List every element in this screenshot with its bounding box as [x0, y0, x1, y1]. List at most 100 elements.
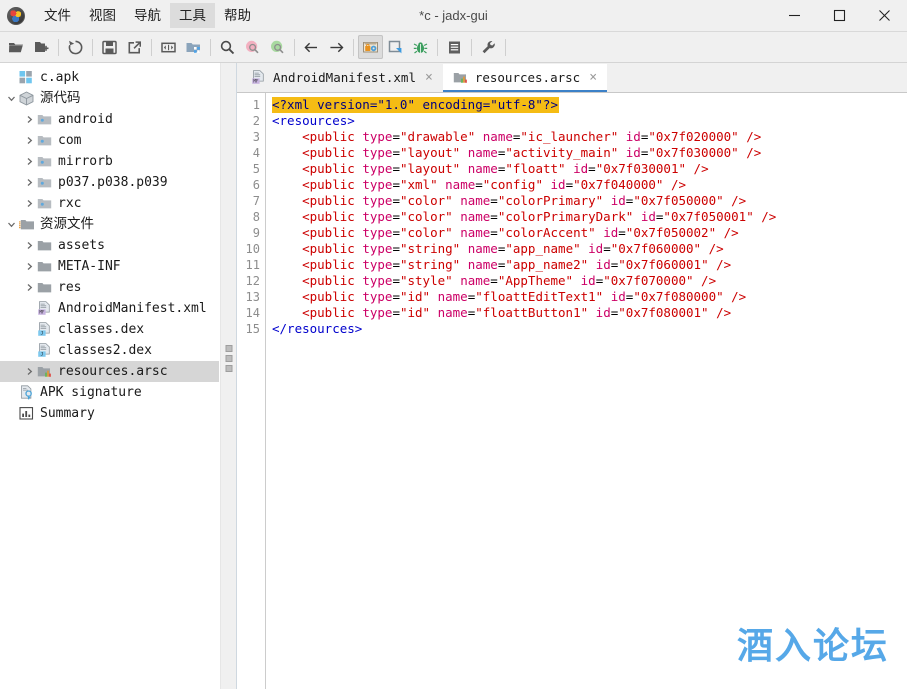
tree-node-label: android: [58, 109, 113, 130]
editor-pane: MFAndroidManifest.xml×resources.arsc× 12…: [237, 63, 907, 689]
svg-text:J: J: [41, 331, 44, 337]
tree-node-summary[interactable]: Summary: [0, 403, 219, 424]
close-button[interactable]: [862, 0, 907, 31]
tree-node-res[interactable]: res: [0, 277, 219, 298]
tree-node-label: classes2.dex: [58, 340, 152, 361]
toolbar-separator: [151, 39, 152, 56]
chevron-right-icon[interactable]: [22, 277, 36, 298]
tree-node-apk-signature[interactable]: APK signature: [0, 382, 219, 403]
menu-item-2[interactable]: 导航: [125, 3, 170, 28]
editor-tab-androidmanifest-xml[interactable]: MFAndroidManifest.xml×: [241, 64, 443, 92]
line-number: 1: [237, 97, 260, 113]
tree-node-c-apk[interactable]: c.apk: [0, 67, 219, 88]
tab-close-icon[interactable]: ×: [423, 71, 435, 84]
package-icon: [36, 172, 53, 193]
code-line[interactable]: </resources>: [272, 321, 907, 337]
chevron-right-icon[interactable]: [22, 235, 36, 256]
code-line[interactable]: <resources>: [272, 113, 907, 129]
code-line-text: <public type="xml" name="config" id="0x7…: [272, 177, 686, 192]
tree-node-android[interactable]: android: [0, 109, 219, 130]
log-viewer-icon[interactable]: [442, 35, 467, 59]
code-line[interactable]: <public type="color" name="colorPrimaryD…: [272, 209, 907, 225]
splitter-grip[interactable]: [225, 345, 232, 372]
deobfuscation-icon[interactable]: [358, 35, 383, 59]
code-line[interactable]: <public type="string" name="app_name2" i…: [272, 257, 907, 273]
line-number: 7: [237, 193, 260, 209]
quark-icon[interactable]: [383, 35, 408, 59]
preferences-icon[interactable]: [476, 35, 501, 59]
signature-icon: [18, 382, 35, 403]
code-line[interactable]: <public type="color" name="colorPrimary"…: [272, 193, 907, 209]
main-toolbar: [0, 32, 907, 63]
chevron-down-icon[interactable]: [4, 88, 18, 109]
search-resource-icon[interactable]: [265, 35, 290, 59]
chevron-down-icon[interactable]: [4, 214, 18, 235]
tree-node-mirrorb[interactable]: mirrorb: [0, 151, 219, 172]
code-line[interactable]: <?xml version="1.0" encoding="utf-8"?>: [272, 97, 907, 113]
debugger-icon[interactable]: [408, 35, 433, 59]
sync-icon[interactable]: [156, 35, 181, 59]
tree-node-classes-dex[interactable]: Jclasses.dex: [0, 319, 219, 340]
code-line[interactable]: <public type="string" name="app_name" id…: [272, 241, 907, 257]
tree-node-p037-p038-p039[interactable]: p037.p038.p039: [0, 172, 219, 193]
open-file-icon[interactable]: [4, 35, 29, 59]
chevron-right-icon[interactable]: [22, 193, 36, 214]
tab-close-icon[interactable]: ×: [587, 71, 599, 84]
chevron-right-icon[interactable]: [22, 109, 36, 130]
forward-icon[interactable]: [324, 35, 349, 59]
project-tree[interactable]: c.apk源代码androidcommirrorbp037.p038.p039r…: [0, 63, 220, 689]
chevron-right-icon[interactable]: [22, 361, 36, 382]
tree-node-label: mirrorb: [58, 151, 113, 172]
code-line[interactable]: <public type="style" name="AppTheme" id=…: [272, 273, 907, 289]
chevron-right-icon[interactable]: [22, 151, 36, 172]
code-line[interactable]: <public type="xml" name="config" id="0x7…: [272, 177, 907, 193]
tree-node-label: Summary: [40, 403, 95, 424]
tree-node-classes2-dex[interactable]: Jclasses2.dex: [0, 340, 219, 361]
tree-node-meta-inf[interactable]: META-INF: [0, 256, 219, 277]
add-files-icon[interactable]: [29, 35, 54, 59]
code-line[interactable]: <public type="drawable" name="ic_launche…: [272, 129, 907, 145]
back-icon[interactable]: [299, 35, 324, 59]
flat-packages-icon[interactable]: [181, 35, 206, 59]
manifest-file-icon: MF: [251, 70, 266, 85]
maximize-button[interactable]: [817, 0, 862, 31]
search-icon[interactable]: [215, 35, 240, 59]
code-line[interactable]: <public type="layout" name="floatt" id="…: [272, 161, 907, 177]
save-all-icon[interactable]: [97, 35, 122, 59]
search-class-icon[interactable]: [240, 35, 265, 59]
minimize-button[interactable]: [772, 0, 817, 31]
tree-node-com[interactable]: com: [0, 130, 219, 151]
code-line-text: <public type="color" name="colorPrimary"…: [272, 193, 746, 208]
code-line[interactable]: <public type="layout" name="activity_mai…: [272, 145, 907, 161]
code-line[interactable]: <public type="id" name="floattButton1" i…: [272, 305, 907, 321]
menu-item-0[interactable]: 文件: [35, 3, 80, 28]
tree-node--[interactable]: 源代码: [0, 88, 219, 109]
tree-spacer: [4, 382, 18, 403]
menu-bar: 文件视图导航工具帮助: [35, 0, 260, 31]
code-editor[interactable]: 123456789101112131415 <?xml version="1.0…: [237, 93, 907, 689]
tree-node-label: 源代码: [40, 88, 81, 109]
chevron-right-icon[interactable]: [22, 130, 36, 151]
tree-node-androidmanifest-xml[interactable]: MFAndroidManifest.xml: [0, 298, 219, 319]
tree-node-resources-arsc[interactable]: resources.arsc: [0, 361, 219, 382]
code-line-text: <public type="string" name="app_name2" i…: [272, 257, 731, 272]
reload-icon[interactable]: [63, 35, 88, 59]
tree-node-rxc[interactable]: rxc: [0, 193, 219, 214]
menu-item-4[interactable]: 帮助: [215, 3, 260, 28]
code-line[interactable]: <public type="color" name="colorAccent" …: [272, 225, 907, 241]
code-line[interactable]: <public type="id" name="floattEditText1"…: [272, 289, 907, 305]
toolbar-separator: [471, 39, 472, 56]
menu-item-1[interactable]: 视图: [80, 3, 125, 28]
editor-tab-resources-arsc[interactable]: resources.arsc×: [443, 64, 607, 92]
menu-item-3[interactable]: 工具: [170, 3, 215, 28]
export-gradle-icon[interactable]: [122, 35, 147, 59]
tree-node-label: p037.p038.p039: [58, 172, 168, 193]
chevron-right-icon[interactable]: [22, 256, 36, 277]
tree-node--[interactable]: 资源文件: [0, 214, 219, 235]
chevron-right-icon[interactable]: [22, 172, 36, 193]
code-content[interactable]: <?xml version="1.0" encoding="utf-8"?><r…: [266, 93, 907, 689]
sidebar-splitter[interactable]: [220, 63, 237, 689]
line-number: 15: [237, 321, 260, 337]
code-line-text: <public type="layout" name="floatt" id="…: [272, 161, 709, 176]
tree-node-assets[interactable]: assets: [0, 235, 219, 256]
